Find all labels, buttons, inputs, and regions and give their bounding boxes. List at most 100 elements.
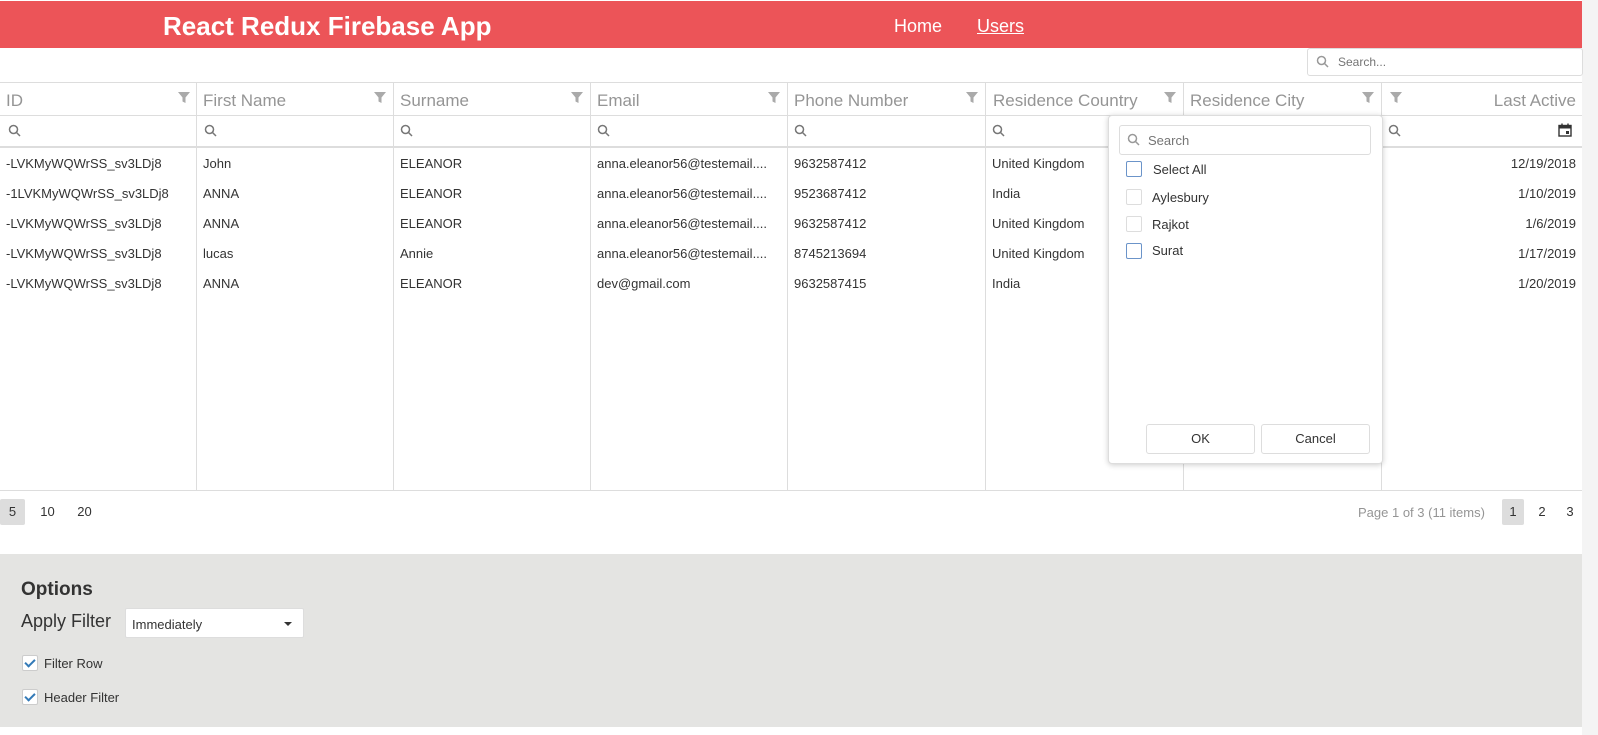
cell-surname: ELEANOR bbox=[400, 156, 463, 171]
options-title: Options bbox=[21, 579, 93, 600]
page-size-20[interactable]: 20 bbox=[71, 499, 98, 525]
cell-email: dev@gmail.com bbox=[597, 276, 691, 291]
column-header-phone-number[interactable]: Phone Number bbox=[787, 83, 985, 115]
column-header-label: First Name bbox=[203, 91, 287, 110]
column-header-label: Surname bbox=[400, 91, 469, 110]
ok-button[interactable]: OK bbox=[1146, 424, 1255, 454]
apply-filter-select[interactable]: Immediately bbox=[125, 608, 304, 638]
aylesbury-checkbox[interactable] bbox=[1126, 189, 1142, 205]
cell-last-active: 1/6/2019 bbox=[1525, 216, 1576, 231]
grid-search-panel[interactable] bbox=[1307, 48, 1583, 76]
search-icon[interactable] bbox=[597, 124, 610, 142]
pager: 5 10 20 Page 1 of 3 (11 items) 1 2 3 bbox=[0, 490, 1582, 532]
search-icon[interactable] bbox=[204, 124, 217, 142]
cell-surname: ELEANOR bbox=[400, 186, 463, 201]
cell-last-active: 1/10/2019 bbox=[1518, 186, 1576, 201]
cell-email: anna.eleanor56@testemail.... bbox=[597, 216, 768, 231]
column-header-id[interactable]: ID bbox=[0, 83, 196, 115]
cell-first-name: lucas bbox=[203, 246, 234, 261]
column-header-last-active[interactable]: Last Active bbox=[1381, 83, 1582, 115]
cell-first-name: John bbox=[203, 156, 232, 171]
filter-icon[interactable] bbox=[373, 90, 387, 110]
page-size-5[interactable]: 5 bbox=[0, 499, 25, 525]
cell-last-active: 1/20/2019 bbox=[1518, 276, 1576, 291]
column-header-residence-city[interactable]: Residence City bbox=[1183, 83, 1381, 115]
filter-icon[interactable] bbox=[1163, 90, 1177, 110]
surat-label[interactable]: Surat bbox=[1152, 243, 1183, 258]
header-filter-label: Header Filter bbox=[44, 690, 120, 705]
navbar: React Redux Firebase App Home Users bbox=[0, 1, 1582, 48]
page-3[interactable]: 3 bbox=[1559, 499, 1581, 525]
cell-phone-number: 9523687412 bbox=[794, 186, 867, 201]
cell-surname: ELEANOR bbox=[400, 216, 463, 231]
cell-phone-number: 9632587415 bbox=[794, 276, 867, 291]
search-icon[interactable] bbox=[400, 124, 413, 142]
rajkot-label[interactable]: Rajkot bbox=[1152, 217, 1189, 232]
column-header-label: Residence Country bbox=[993, 91, 1138, 110]
surat-checkbox[interactable] bbox=[1126, 243, 1142, 259]
nav-home-link[interactable]: Home bbox=[894, 16, 942, 37]
options-panel: Options Apply Filter Immediately Filter … bbox=[0, 554, 1582, 727]
popup-search-box[interactable] bbox=[1119, 125, 1371, 155]
filter-icon[interactable] bbox=[767, 90, 781, 110]
filter-row-label: Filter Row bbox=[44, 656, 103, 671]
search-icon[interactable] bbox=[992, 124, 1005, 142]
search-icon bbox=[1316, 55, 1329, 73]
apply-filter-label: Apply Filter bbox=[21, 611, 112, 631]
page-2[interactable]: 2 bbox=[1531, 499, 1553, 525]
cell-email: anna.eleanor56@testemail.... bbox=[597, 186, 768, 201]
filter-icon[interactable] bbox=[1361, 90, 1375, 110]
cell-first-name: ANNA bbox=[203, 276, 240, 291]
cell-id: -1LVKMyWQWrSS_sv3LDj8 bbox=[6, 186, 169, 201]
cell-id: -LVKMyWQWrSS_sv3LDj8 bbox=[6, 216, 162, 231]
column-header-label: Residence City bbox=[1190, 91, 1305, 110]
app-title: React Redux Firebase App bbox=[163, 11, 492, 41]
calendar-icon[interactable] bbox=[1558, 123, 1572, 142]
search-icon[interactable] bbox=[8, 124, 21, 142]
column-header-label: Last Active bbox=[1493, 91, 1576, 110]
column-header-label: Phone Number bbox=[794, 91, 909, 110]
filter-icon[interactable] bbox=[570, 90, 584, 110]
cell-phone-number: 9632587412 bbox=[794, 156, 867, 171]
page-scrollbar[interactable] bbox=[1582, 0, 1598, 735]
select-all-checkbox[interactable] bbox=[1126, 161, 1142, 177]
filter-row-checkbox[interactable] bbox=[22, 655, 38, 671]
page-1[interactable]: 1 bbox=[1502, 499, 1524, 525]
search-icon[interactable] bbox=[794, 124, 807, 142]
cell-id: -LVKMyWQWrSS_sv3LDj8 bbox=[6, 156, 162, 171]
cell-last-active: 12/19/2018 bbox=[1510, 156, 1576, 171]
page-size-10[interactable]: 10 bbox=[34, 499, 61, 525]
select-all-label[interactable]: Select All bbox=[1153, 162, 1206, 177]
cell-email: anna.eleanor56@testemail.... bbox=[597, 156, 768, 171]
caret-down-icon bbox=[284, 622, 292, 626]
column-header-first-name[interactable]: First Name bbox=[196, 83, 393, 115]
column-header-label: ID bbox=[6, 91, 23, 110]
filter-icon[interactable] bbox=[965, 90, 979, 110]
cancel-button[interactable]: Cancel bbox=[1261, 424, 1370, 454]
cell-first-name: ANNA bbox=[203, 186, 240, 201]
column-header-email[interactable]: Email bbox=[590, 83, 787, 115]
column-header-surname[interactable]: Surname bbox=[393, 83, 590, 115]
cell-last-active: 1/17/2019 bbox=[1518, 246, 1576, 261]
apply-filter-value: Immediately bbox=[132, 617, 203, 632]
grid-search-input[interactable] bbox=[1336, 54, 1580, 70]
cell-first-name: ANNA bbox=[203, 216, 240, 231]
page-info: Page 1 of 3 (11 items) bbox=[1358, 505, 1485, 520]
nav-users-link[interactable]: Users bbox=[977, 16, 1024, 37]
cell-surname: Annie bbox=[400, 246, 434, 261]
column-header-label: Email bbox=[597, 91, 640, 110]
search-icon bbox=[1127, 133, 1140, 151]
cell-id: -LVKMyWQWrSS_sv3LDj8 bbox=[6, 246, 162, 261]
column-header-residence-country[interactable]: Residence Country bbox=[985, 83, 1183, 115]
cell-email: anna.eleanor56@testemail.... bbox=[597, 246, 768, 261]
rajkot-checkbox[interactable] bbox=[1126, 216, 1142, 232]
filter-icon[interactable] bbox=[177, 90, 191, 110]
cell-surname: ELEANOR bbox=[400, 276, 463, 291]
header-filter-popup: Select All Aylesbury Rajkot Surat OK Can… bbox=[1108, 115, 1383, 464]
search-icon[interactable] bbox=[1388, 124, 1401, 142]
filter-icon[interactable] bbox=[1389, 90, 1403, 110]
popup-search-input[interactable] bbox=[1146, 132, 1365, 149]
header-filter-checkbox[interactable] bbox=[22, 689, 38, 705]
aylesbury-label[interactable]: Aylesbury bbox=[1152, 190, 1209, 205]
cell-phone-number: 8745213694 bbox=[794, 246, 867, 261]
